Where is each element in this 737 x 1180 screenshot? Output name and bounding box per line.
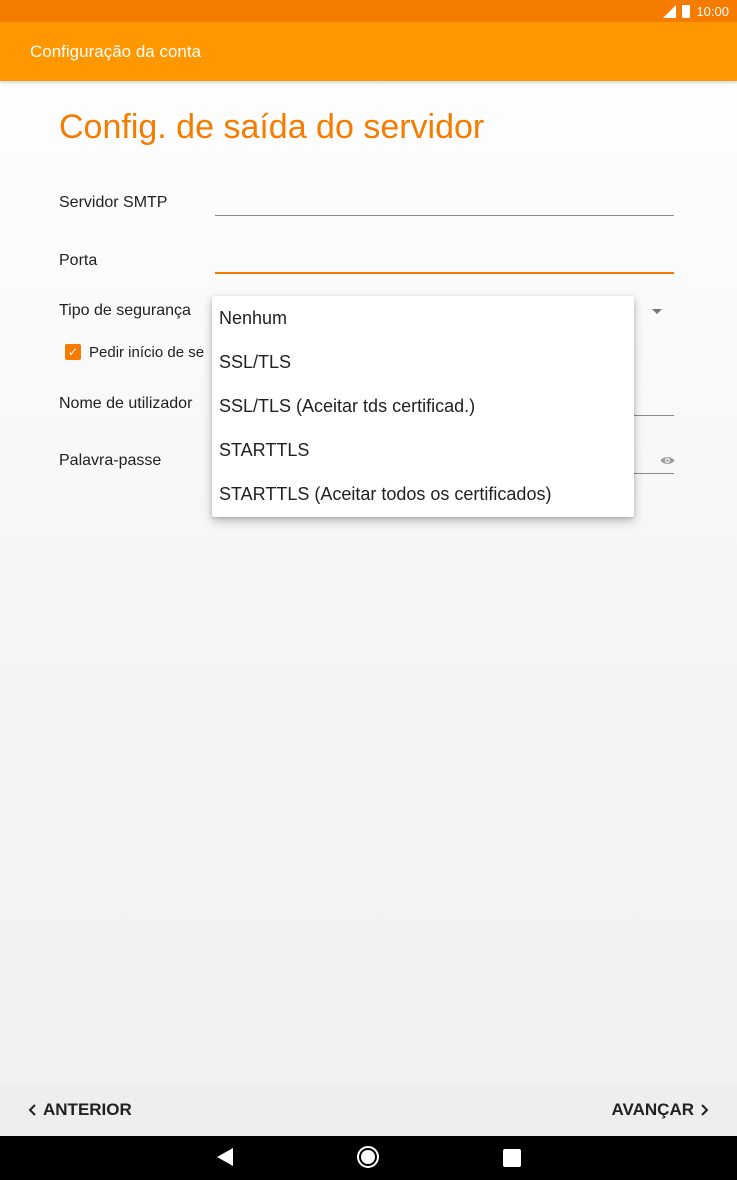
smtp-server-input[interactable] bbox=[215, 215, 674, 216]
eye-icon[interactable] bbox=[660, 455, 675, 466]
port-label: Porta bbox=[59, 252, 98, 269]
dropdown-option-ssl-tls[interactable]: SSL/TLS bbox=[212, 340, 634, 384]
dropdown-option-starttls-accept-all[interactable]: STARTTLS (Aceitar todos os certificados) bbox=[212, 472, 634, 516]
security-type-label: Tipo de segurança bbox=[59, 302, 191, 319]
chevron-left-icon bbox=[28, 1104, 36, 1116]
app-bar-title: Configuração da conta bbox=[30, 41, 202, 61]
security-type-dropdown: Nenhum SSL/TLS SSL/TLS (Aceitar tds cert… bbox=[212, 296, 634, 517]
nav-recent-apps-icon[interactable] bbox=[503, 1149, 521, 1167]
system-navigation-bar bbox=[0, 1136, 737, 1180]
dropdown-option-starttls[interactable]: STARTTLS bbox=[212, 428, 634, 472]
app-bar: Configuração da conta bbox=[0, 22, 737, 81]
next-button-label: AVANÇAR bbox=[611, 1100, 694, 1119]
back-button[interactable]: ANTERIOR bbox=[28, 1100, 132, 1120]
require-signin-checkbox[interactable]: ✓ bbox=[65, 344, 81, 360]
dropdown-arrow-icon[interactable] bbox=[652, 309, 662, 314]
port-input[interactable] bbox=[215, 272, 674, 274]
status-bar: 10:00 bbox=[0, 0, 737, 22]
check-icon: ✓ bbox=[67, 345, 79, 359]
status-time: 10:00 bbox=[696, 3, 729, 19]
battery-icon bbox=[682, 4, 691, 18]
nav-home-dot bbox=[361, 1150, 375, 1164]
bottom-navigation-bar: ANTERIOR AVANÇAR bbox=[0, 1084, 737, 1136]
nav-back-icon[interactable] bbox=[217, 1148, 233, 1166]
next-button[interactable]: AVANÇAR bbox=[612, 1100, 709, 1120]
dropdown-option-ssl-tls-accept-all[interactable]: SSL/TLS (Aceitar tds certificad.) bbox=[212, 384, 634, 428]
smtp-server-label: Servidor SMTP bbox=[59, 194, 168, 211]
chevron-right-icon bbox=[701, 1104, 709, 1116]
password-label: Palavra-passe bbox=[59, 452, 162, 469]
nav-home-icon[interactable] bbox=[357, 1146, 379, 1168]
back-button-label: ANTERIOR bbox=[43, 1100, 132, 1119]
username-label: Nome de utilizador bbox=[59, 395, 193, 412]
signal-icon bbox=[663, 4, 677, 18]
require-signin-label: Pedir início de se bbox=[89, 344, 205, 361]
dropdown-option-nenhum[interactable]: Nenhum bbox=[212, 296, 634, 340]
page-title: Config. de saída do servidor bbox=[59, 108, 485, 146]
